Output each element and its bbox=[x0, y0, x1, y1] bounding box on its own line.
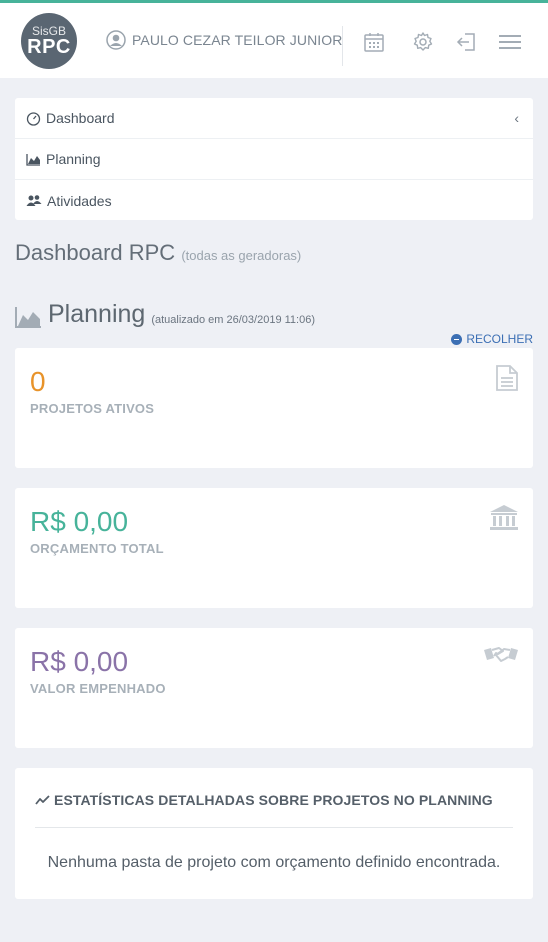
divider bbox=[35, 827, 513, 828]
document-icon bbox=[496, 365, 518, 391]
hamburger-menu-icon[interactable] bbox=[498, 31, 522, 53]
logout-icon[interactable] bbox=[456, 31, 478, 53]
user-avatar-icon bbox=[106, 30, 126, 50]
stat-value: R$ 0,00 bbox=[30, 506, 129, 537]
side-menu: Dashboard ‹ Planning Atividades bbox=[15, 98, 533, 220]
page-subtitle: (todas as geradoras) bbox=[181, 248, 302, 263]
user-menu[interactable]: PAULO CEZAR TEILOR JUNIOR bbox=[106, 30, 342, 50]
stat-label: VALOR EMPENHADO bbox=[30, 681, 166, 696]
app-header: SisGB RPC PAULO CEZAR TEILOR JUNIOR bbox=[0, 3, 548, 78]
handshake-icon bbox=[484, 647, 518, 662]
menu-item-label: Atividades bbox=[47, 192, 112, 209]
menu-item-planning[interactable]: Planning bbox=[15, 139, 533, 180]
menu-item-atividades[interactable]: Atividades bbox=[15, 180, 533, 221]
area-chart-icon bbox=[26, 153, 40, 166]
planning-updated: (atualizado em 26/03/2019 11:06) bbox=[151, 314, 316, 326]
user-name: PAULO CEZAR TEILOR JUNIOR bbox=[132, 32, 343, 48]
stat-card-committed: R$ 0,00 VALOR EMPENHADO bbox=[15, 628, 533, 748]
page-title-text: Dashboard RPC bbox=[15, 240, 176, 265]
header-divider bbox=[342, 26, 343, 66]
stat-card-projects: 0 PROJETOS ATIVOS bbox=[15, 348, 533, 468]
stat-label: ORÇAMENTO TOTAL bbox=[30, 541, 164, 556]
bank-icon bbox=[490, 505, 518, 530]
menu-item-label: Planning bbox=[46, 151, 101, 167]
collapse-label: RECOLHER bbox=[466, 332, 533, 346]
stat-label: PROJETOS ATIVOS bbox=[30, 401, 155, 416]
menu-item-label: Dashboard bbox=[46, 110, 115, 126]
detailed-stats-title: ESTATÍSTICAS DETALHADAS SOBRE PROJETOS N… bbox=[54, 792, 493, 808]
empty-state-message: Nenhuma pasta de projeto com orçamento d… bbox=[47, 854, 501, 871]
page-title: Dashboard RPC (todas as geradoras) bbox=[15, 240, 301, 266]
stat-value: 0 bbox=[30, 366, 46, 397]
stat-card-budget: R$ 0,00 ORÇAMENTO TOTAL bbox=[15, 488, 533, 608]
app-logo[interactable]: SisGB RPC bbox=[21, 13, 77, 69]
collapse-menu-chevron-icon[interactable]: ‹ bbox=[514, 110, 519, 126]
menu-item-dashboard[interactable]: Dashboard ‹ bbox=[15, 98, 533, 139]
collapse-button[interactable]: RECOLHER bbox=[451, 332, 533, 346]
detailed-stats-panel: ESTATÍSTICAS DETALHADAS SOBRE PROJETOS N… bbox=[15, 768, 533, 899]
minus-circle-icon bbox=[451, 333, 463, 345]
planning-title: Planning bbox=[48, 300, 146, 328]
detailed-stats-header: ESTATÍSTICAS DETALHADAS SOBRE PROJETOS N… bbox=[35, 792, 493, 808]
users-icon bbox=[26, 195, 42, 206]
gear-icon[interactable] bbox=[412, 31, 434, 53]
stat-value: R$ 0,00 bbox=[30, 646, 129, 677]
area-chart-icon bbox=[15, 307, 41, 328]
calendar-icon[interactable] bbox=[363, 31, 385, 53]
logo-line1: SisGB bbox=[31, 24, 66, 38]
logo-line2: RPC bbox=[27, 36, 71, 58]
planning-section-header: Planning (atualizado em 26/03/2019 11:06… bbox=[15, 300, 315, 328]
dashboard-gauge-icon bbox=[26, 111, 41, 126]
line-chart-icon bbox=[35, 795, 50, 805]
